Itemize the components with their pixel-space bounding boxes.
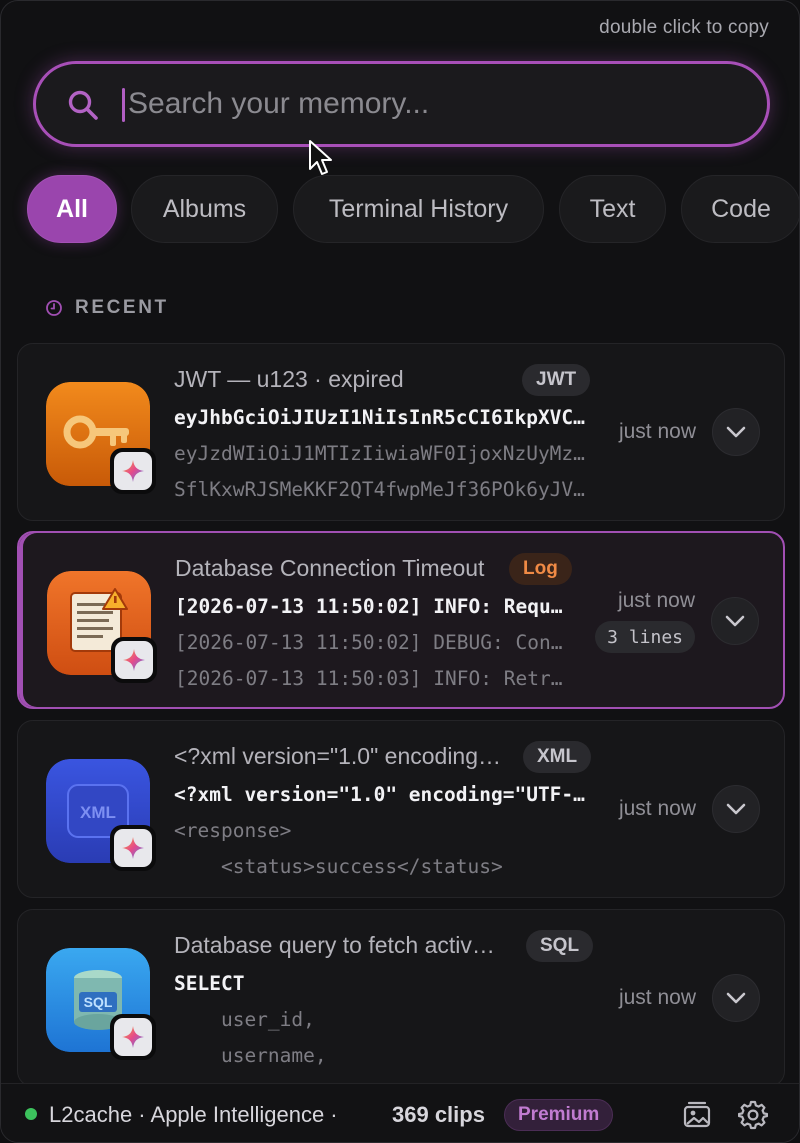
- line-count-badge: 3 lines: [595, 621, 695, 653]
- expand-button[interactable]: [712, 408, 760, 456]
- expand-button[interactable]: [712, 974, 760, 1022]
- svg-text:SQL: SQL: [84, 994, 113, 1010]
- apple-intelligence-badge: [110, 825, 156, 871]
- apple-intelligence-badge: [110, 448, 156, 494]
- clip-line-1: eyJhbGciOiJIUzI1NiIsInR5cCI6IkpXVCJ9: [174, 406, 590, 429]
- clip-title: <?xml version="1.0" encoding="UTF-8"?>: [174, 743, 504, 769]
- clip-card[interactable]: SQL Database query to fetch active users…: [17, 909, 785, 1087]
- filter-chips: All Albums Terminal History Text Code: [27, 175, 799, 243]
- clip-title: Database query to fetch active users: [174, 932, 504, 958]
- clip-title: Database Connection Timeout: [175, 555, 485, 581]
- text-caret: [122, 88, 125, 122]
- gallery-icon[interactable]: [682, 1100, 712, 1130]
- chevron-down-icon: [726, 992, 746, 1004]
- clip-timestamp: just now: [618, 420, 696, 443]
- clip-line-2: [2026-07-13 11:50:02] DEBUG: Connecting: [175, 631, 567, 654]
- clip-timestamp: just now: [618, 797, 696, 820]
- clip-count: 369 clips: [392, 1102, 485, 1127]
- chevron-down-icon: [726, 426, 746, 438]
- clip-line-2: <response>: [174, 819, 292, 842]
- clock-icon: [46, 300, 62, 316]
- clip-line-1: SELECT: [174, 972, 245, 995]
- svg-text:XML: XML: [80, 803, 116, 822]
- apple-intelligence-badge: [111, 637, 157, 683]
- status-text: L2cache · Apple Intelligence ·: [49, 1102, 338, 1127]
- search-icon: [68, 90, 98, 120]
- clip-card-selected[interactable]: Database Connection Timeout Log [2026-07…: [17, 531, 785, 709]
- clip-card[interactable]: XML <?xml version="1.0" encoding="UTF-8"…: [17, 720, 785, 898]
- clip-type-tag: Log: [509, 553, 572, 585]
- filter-code[interactable]: Code: [681, 175, 799, 243]
- sparkle-icon: [122, 837, 144, 859]
- clip-line-3: SflKxwRJSMeKKF2QT4fwpMeJf36POk6yJV_adQss…: [174, 478, 590, 501]
- clipboard-window: double click to copy All Albums Terminal…: [0, 0, 800, 1143]
- search-bar[interactable]: [33, 61, 770, 147]
- clip-type-tag: JWT: [522, 364, 591, 396]
- clip-title: JWT — u123 · expired: [174, 366, 404, 392]
- clip-line-2: user_id,: [174, 1008, 315, 1031]
- clip-type-tag: SQL: [526, 930, 594, 962]
- status-dot: [25, 1108, 37, 1120]
- clip-card[interactable]: JWT — u123 · expired JWT eyJhbGciOiJIUzI…: [17, 343, 785, 521]
- filter-text[interactable]: Text: [559, 175, 666, 243]
- clip-timestamp: just now: [617, 589, 695, 612]
- sparkle-icon: [122, 1026, 144, 1048]
- recent-section-header: RECENT: [45, 297, 169, 319]
- expand-button[interactable]: [711, 597, 759, 645]
- clip-timestamp: just now: [618, 986, 696, 1009]
- search-input[interactable]: [128, 78, 728, 130]
- clip-line-3: <status>success</status>: [174, 855, 503, 878]
- filter-albums[interactable]: Albums: [131, 175, 278, 243]
- apple-intelligence-badge: [110, 1014, 156, 1060]
- mouse-pointer-icon: [309, 140, 332, 175]
- filter-all[interactable]: All: [27, 175, 117, 243]
- chevron-down-icon: [725, 615, 745, 627]
- clip-line-1: [2026-07-13 11:50:02] INFO: Request rece…: [175, 595, 567, 618]
- status-bar: L2cache · Apple Intelligence · 369 clips…: [1, 1083, 799, 1142]
- chevron-down-icon: [726, 803, 746, 815]
- clip-line-3: username,: [174, 1044, 327, 1067]
- clip-type-tag: XML: [523, 741, 592, 773]
- clip-line-2: eyJzdWIiOiJ1MTIzIiwiaWF0IjoxNzUyMzk5MDAw…: [174, 442, 590, 465]
- recent-label: RECENT: [75, 297, 169, 318]
- clip-line-1: <?xml version="1.0" encoding="UTF-8"?>: [174, 783, 590, 806]
- clip-line-3: [2026-07-13 11:50:03] INFO: Retrying: [175, 667, 567, 690]
- filter-terminal-history[interactable]: Terminal History: [293, 175, 544, 243]
- gear-icon[interactable]: [738, 1100, 768, 1130]
- copy-hint: double click to copy: [599, 17, 769, 38]
- sparkle-icon: [122, 460, 144, 482]
- premium-badge[interactable]: Premium: [504, 1099, 614, 1131]
- expand-button[interactable]: [712, 785, 760, 833]
- sparkle-icon: [123, 649, 145, 671]
